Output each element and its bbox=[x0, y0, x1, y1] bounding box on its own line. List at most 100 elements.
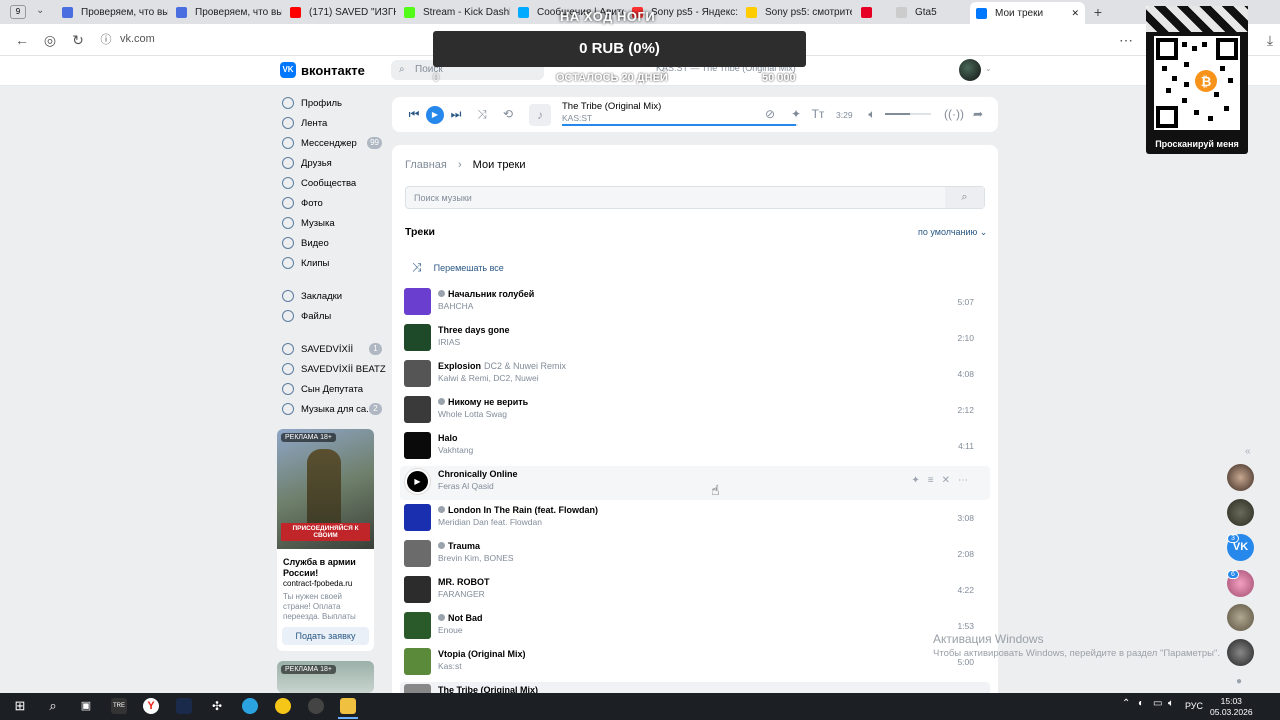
track-title[interactable]: Chronically Online bbox=[438, 469, 518, 479]
app-icon[interactable] bbox=[176, 698, 192, 714]
app-icon[interactable]: TRE bbox=[111, 698, 127, 714]
track-title[interactable]: Никому не верить bbox=[438, 397, 528, 407]
track-cover[interactable] bbox=[404, 432, 431, 459]
reload-icon[interactable]: ↻ bbox=[70, 32, 86, 48]
sidebar-item[interactable]: Друзья bbox=[282, 153, 382, 173]
track-cover[interactable] bbox=[404, 540, 431, 567]
close-tab-icon[interactable]: ✕ bbox=[1071, 8, 1079, 19]
chat-list-icon[interactable]: ● bbox=[1236, 676, 1242, 687]
sidebar-item[interactable]: Закладки bbox=[282, 286, 382, 306]
sidebar-item[interactable]: Сын Депутата bbox=[282, 379, 382, 399]
tray-language[interactable]: РУС bbox=[1185, 701, 1203, 711]
obs-icon[interactable] bbox=[308, 698, 324, 714]
ad-apply-button[interactable]: Подать заявку bbox=[282, 627, 369, 645]
track-row[interactable]: Three days gone IRIAS 2:10 bbox=[400, 322, 990, 356]
sidebar-item[interactable]: Мессенджер 99 bbox=[282, 133, 382, 153]
track-row[interactable]: Not Bad Enoue 1:53 bbox=[400, 610, 990, 644]
add-to-queue-icon[interactable]: ≡ bbox=[928, 475, 942, 486]
player-track-artist[interactable]: KAS:ST bbox=[562, 113, 592, 123]
ad-domain[interactable]: contract-fpobeda.ru bbox=[283, 579, 352, 588]
broadcast-icon[interactable]: ((·)) bbox=[944, 107, 964, 121]
player-track-title[interactable]: The Tribe (Original Mix) bbox=[562, 101, 661, 112]
track-artist[interactable]: Kas:st bbox=[438, 661, 462, 671]
track-cover[interactable] bbox=[404, 504, 431, 531]
shuffle-all-button[interactable]: ⤨ Перемешать все bbox=[412, 260, 504, 275]
track-cover[interactable] bbox=[404, 396, 431, 423]
play-button[interactable]: ▶ bbox=[426, 106, 444, 124]
ad-card[interactable]: РЕКЛАМА 18+ ПРИСОЕДИНЯЙСЯ К СВОИМ Служба… bbox=[277, 429, 374, 651]
tray-app-icon[interactable]: ◐ bbox=[1138, 698, 1144, 709]
chat-avatar[interactable] bbox=[1227, 604, 1254, 631]
player-progress-bar[interactable] bbox=[562, 124, 798, 126]
sidebar-item[interactable]: Фото bbox=[282, 193, 382, 213]
track-cover[interactable] bbox=[404, 576, 431, 603]
network-icon[interactable]: ▭ bbox=[1153, 698, 1162, 709]
chat-avatar[interactable] bbox=[1227, 499, 1254, 526]
yandex-browser-icon[interactable]: Y bbox=[143, 698, 159, 714]
track-artist[interactable]: BAHCHA bbox=[438, 301, 473, 311]
music-search-input[interactable]: Поиск музыки bbox=[405, 186, 985, 209]
yandex-button-icon[interactable]: ◎ bbox=[42, 32, 58, 48]
track-artist[interactable]: Enoue bbox=[438, 625, 463, 635]
sidebar-item[interactable]: Лента bbox=[282, 113, 382, 133]
track-cover[interactable] bbox=[404, 612, 431, 639]
sparkle-icon[interactable]: ✦ bbox=[911, 475, 927, 486]
volume-icon[interactable]: 🔈︎ bbox=[1168, 698, 1174, 709]
track-row[interactable]: ▶ Chronically Online Feras Al Qasid ✦≡✕⋯ bbox=[400, 466, 990, 500]
sort-dropdown[interactable]: по умолчанию ⌄ bbox=[918, 227, 987, 238]
track-row[interactable]: Vtopia (Original Mix) Kas:st 5:00 bbox=[400, 646, 990, 680]
track-title[interactable]: London In The Rain (feat. Flowdan) bbox=[438, 505, 598, 515]
chat-avatar[interactable] bbox=[1227, 639, 1254, 666]
tray-overflow-icon[interactable]: ⌃ bbox=[1122, 698, 1130, 709]
tab-list-chevron-icon[interactable]: ⌄ bbox=[36, 5, 44, 16]
track-row[interactable]: MR. ROBOT FARANGER 4:22 bbox=[400, 574, 990, 608]
shuffle-icon[interactable]: ⤨ bbox=[474, 107, 490, 122]
browser-tab[interactable]: Проверяем, что вы н bbox=[56, 2, 168, 22]
download-icon[interactable]: ⤓ bbox=[1262, 32, 1278, 48]
more-icon[interactable]: ⋯ bbox=[1118, 32, 1134, 48]
track-artist[interactable]: Meridian Dan feat. Flowdan bbox=[438, 517, 542, 527]
share-icon[interactable]: ➦ bbox=[970, 107, 986, 121]
track-title[interactable]: Not Bad bbox=[438, 613, 483, 623]
track-row[interactable]: Trauma Brevin Kim, BONES 2:08 bbox=[400, 538, 990, 572]
track-title[interactable]: Trauma bbox=[438, 541, 480, 551]
user-avatar[interactable] bbox=[959, 59, 981, 81]
ad-image[interactable]: РЕКЛАМА 18+ ПРИСОЕДИНЯЙСЯ К СВОИМ bbox=[277, 429, 374, 549]
back-icon[interactable]: ← bbox=[14, 32, 30, 48]
tray-clock[interactable]: 15:03 05.03.2026 bbox=[1210, 696, 1253, 718]
avatar-chevron-icon[interactable]: ⌄ bbox=[985, 64, 992, 73]
repeat-icon[interactable]: ⟲ bbox=[500, 107, 516, 121]
task-view-icon[interactable]: ▣ bbox=[78, 698, 94, 714]
browser-tab[interactable]: Проверяем, что вы н bbox=[170, 2, 282, 22]
track-title[interactable]: MR. ROBOT bbox=[438, 577, 490, 587]
track-artist[interactable]: Brevin Kim, BONES bbox=[438, 553, 514, 563]
volume-icon[interactable]: 🔈︎ bbox=[864, 107, 880, 122]
sidebar-item[interactable]: SAVEDVİXİİ BEATZ bbox=[282, 359, 386, 379]
browser-tab[interactable]: Мои треки ✕ bbox=[970, 2, 1085, 24]
volume-slider[interactable] bbox=[885, 113, 931, 115]
track-cover[interactable] bbox=[404, 648, 431, 675]
track-cover[interactable]: ▶ bbox=[404, 468, 431, 495]
collapse-rail-icon[interactable]: « bbox=[1245, 446, 1251, 457]
dislike-icon[interactable]: ⊘ bbox=[762, 107, 778, 121]
app-icon[interactable] bbox=[275, 698, 291, 714]
ad-card-2[interactable]: РЕКЛАМА 18+ bbox=[277, 661, 374, 693]
new-tab-button[interactable]: + bbox=[1090, 4, 1106, 20]
track-artist[interactable]: Vakhtang bbox=[438, 445, 473, 455]
next-track-icon[interactable]: ⏭ bbox=[448, 107, 464, 122]
breadcrumb-home[interactable]: Главная bbox=[405, 159, 447, 171]
address-input[interactable]: vk.com bbox=[120, 33, 155, 45]
music-search-button[interactable]: ⌕ bbox=[945, 187, 984, 208]
file-explorer-icon[interactable] bbox=[340, 698, 356, 714]
more-icon[interactable]: ⋯ bbox=[958, 475, 976, 486]
previous-track-icon[interactable]: ⏮ bbox=[406, 107, 422, 122]
remove-icon[interactable]: ✕ bbox=[942, 475, 958, 486]
lyrics-icon[interactable]: Tт bbox=[810, 107, 826, 121]
sidebar-item[interactable]: Профиль bbox=[282, 93, 382, 113]
site-info-icon[interactable]: ⓘ bbox=[98, 32, 114, 48]
app-icon[interactable]: ✣ bbox=[209, 698, 225, 714]
track-title[interactable]: Explosion DC2 & Nuwei Remix bbox=[438, 361, 566, 371]
track-row[interactable]: Explosion DC2 & Nuwei Remix Kalwi & Remi, … bbox=[400, 358, 990, 392]
browser-tab[interactable] bbox=[855, 2, 879, 22]
sidebar-item[interactable]: Музыка bbox=[282, 213, 382, 233]
